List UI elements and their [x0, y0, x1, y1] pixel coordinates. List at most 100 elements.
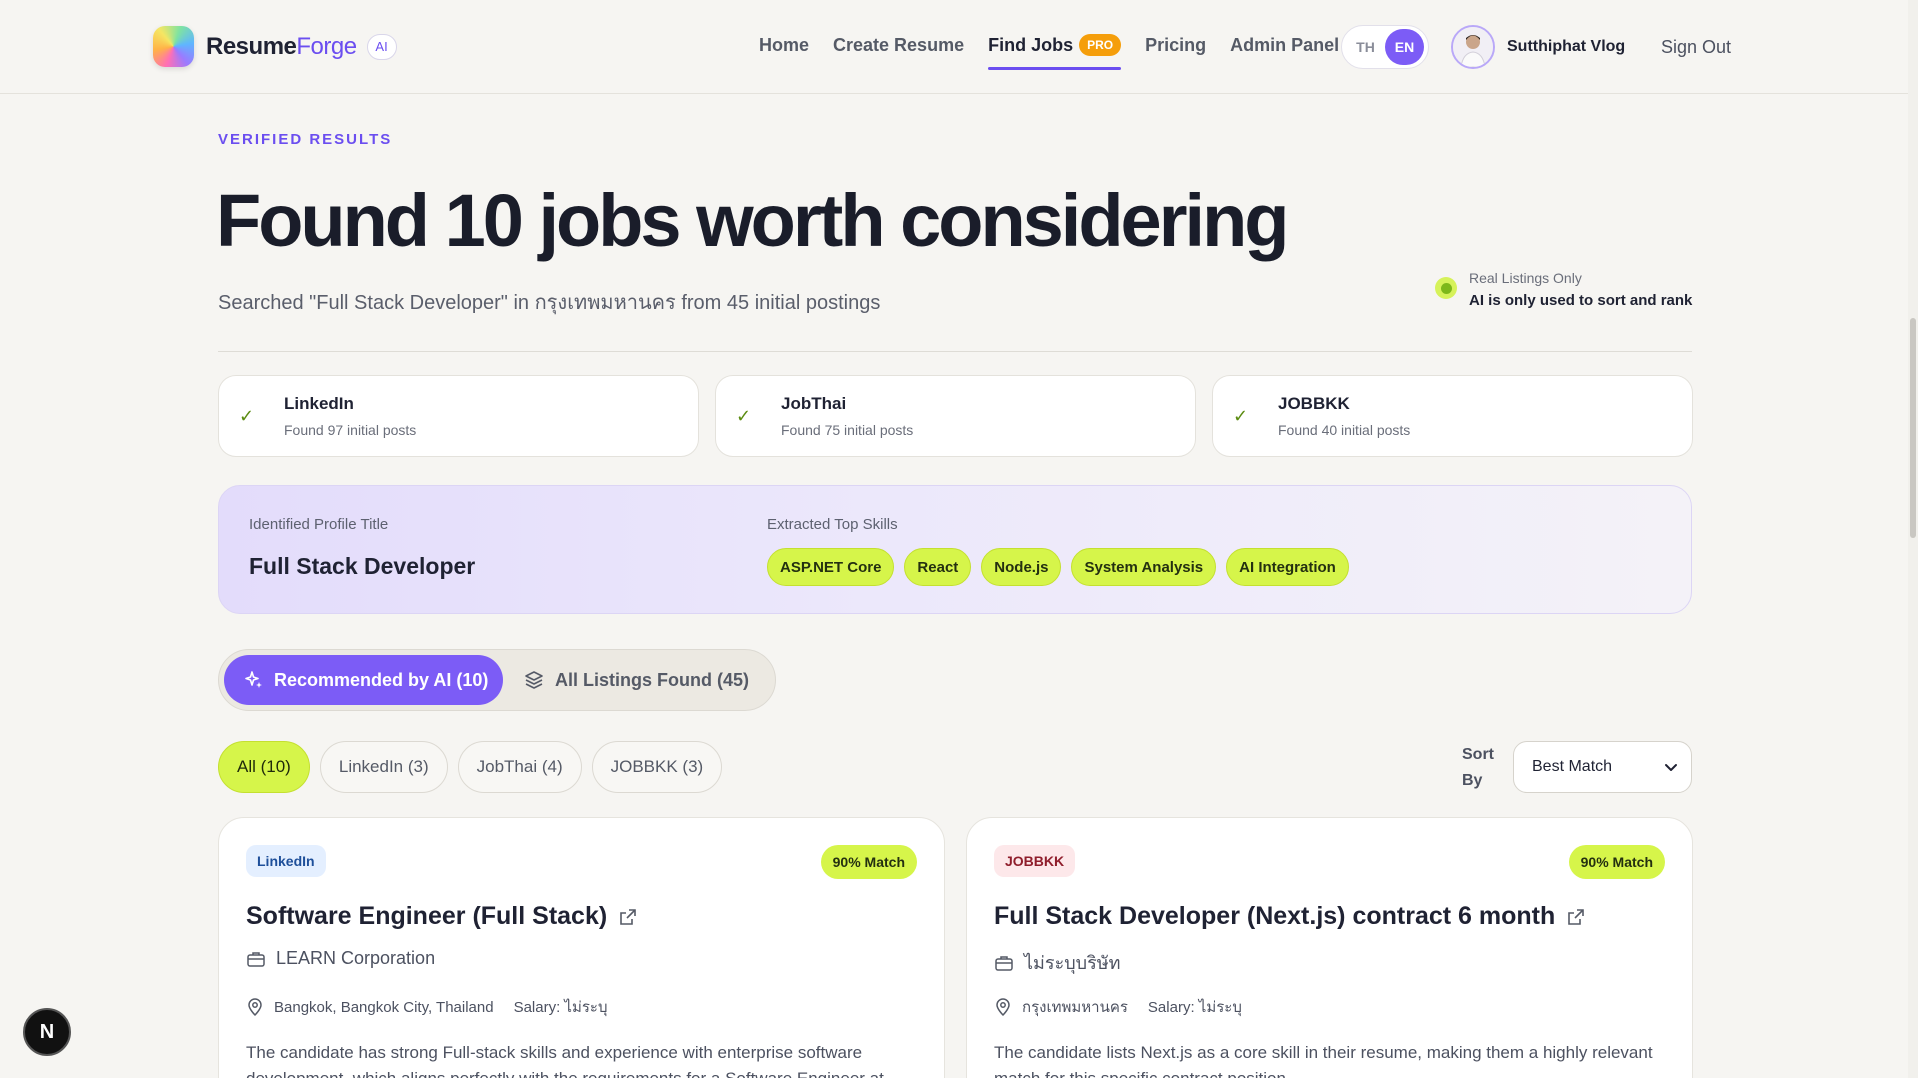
avatar [1451, 25, 1495, 69]
map-pin-icon [246, 997, 264, 1017]
company-name: LEARN Corporation [276, 948, 436, 968]
company-name: ไม่ระบุบริษัท [1024, 953, 1121, 973]
filter-jobthai[interactable]: JobThai (4) [457, 741, 582, 793]
real-listings-note: Real Listings Only AI is only used to so… [1435, 270, 1692, 309]
skill-chip: ASP.NET Core [767, 548, 895, 586]
search-summary: Searched "Full Stack Developer" in กรุงเ… [218, 292, 881, 314]
check-icon: ✓ [1233, 406, 1249, 426]
chevron-down-icon [1663, 759, 1679, 780]
job-meta: Bangkok, Bangkok City, Thailand Salary: … [246, 995, 608, 1019]
source-name: LinkedIn [284, 394, 354, 413]
skills-label: Extracted Top Skills [767, 516, 898, 533]
main-nav: Home Create Resume Find Jobs PRO Pricing … [759, 34, 1363, 70]
source-name: JOBBKK [1278, 394, 1350, 413]
source-count: Found 97 initial posts [284, 422, 417, 438]
skills-list: ASP.NET Core React Node.js System Analys… [767, 548, 1359, 586]
nav-find-jobs-label: Find Jobs [988, 35, 1074, 55]
map-pin-icon [994, 997, 1012, 1017]
language-toggle: TH EN [1341, 25, 1429, 69]
avatar-person-icon [1453, 27, 1493, 67]
external-link-icon[interactable] [1567, 908, 1585, 926]
ai-badge: AI [366, 33, 397, 60]
job-card[interactable]: JOBBKK 90% Match Full Stack Developer (N… [966, 817, 1693, 1078]
user-menu[interactable]: Sutthiphat Vlog [1451, 25, 1625, 69]
source-count: Found 75 initial posts [781, 422, 914, 438]
job-results: LinkedIn 90% Match Software Engineer (Fu… [218, 817, 1693, 1078]
lang-en-button[interactable]: EN [1385, 29, 1424, 65]
tab-all-listings[interactable]: All Listings Found (45) [503, 655, 769, 705]
filter-all[interactable]: All (10) [218, 741, 310, 793]
job-location: Bangkok, Bangkok City, Thailand [274, 998, 494, 1016]
sign-out-button[interactable]: Sign Out [1661, 37, 1731, 58]
job-description: The candidate lists Next.js as a core sk… [994, 1043, 1653, 1078]
sort-label: Sort By [1462, 746, 1494, 789]
logo[interactable]: ResumeForge AI [153, 26, 397, 67]
source-card-jobthai: ✓ JobThai Found 75 initial posts [715, 375, 1196, 457]
page-scrollbar[interactable] [1908, 0, 1918, 1078]
sort-select[interactable]: Best Match [1513, 741, 1692, 793]
source-summary: ✓ LinkedIn Found 97 initial posts ✓ JobT… [218, 375, 1693, 457]
nav-pricing[interactable]: Pricing [1145, 35, 1206, 56]
divider [218, 351, 1692, 352]
page-title: Found 10 jobs worth considering [216, 179, 1289, 262]
job-description: The candidate has strong Full-stack skil… [246, 1043, 884, 1078]
layers-icon [523, 669, 545, 691]
profile-title: Full Stack Developer [249, 553, 476, 579]
source-filters: All (10) LinkedIn (3) JobThai (4) JOBBKK… [218, 741, 732, 793]
nav-find-jobs[interactable]: Find Jobs PRO [988, 34, 1122, 70]
company: ไม่ระบุบริษัท [994, 948, 1121, 977]
job-card[interactable]: LinkedIn 90% Match Software Engineer (Fu… [218, 817, 945, 1078]
source-card-jobbkk: ✓ JOBBKK Found 40 initial posts [1212, 375, 1693, 457]
dev-tools-badge[interactable]: N [23, 1008, 71, 1056]
tab-all-listings-label: All Listings Found (45) [555, 669, 749, 690]
nav-create-resume[interactable]: Create Resume [833, 35, 964, 56]
check-icon: ✓ [239, 406, 255, 426]
skill-chip: AI Integration [1226, 548, 1349, 586]
profile-panel: Identified Profile Title Full Stack Deve… [218, 485, 1692, 614]
job-title-link[interactable]: Software Engineer (Full Stack) [246, 902, 637, 931]
pro-badge: PRO [1079, 34, 1122, 56]
source-badge: JOBBKK [994, 845, 1076, 877]
job-salary: Salary: ไม่ระบุ [1147, 999, 1242, 1016]
sort-value: Best Match [1532, 758, 1613, 775]
match-badge: 90% Match [820, 845, 917, 879]
lang-th-button[interactable]: TH [1346, 29, 1385, 65]
results-tabs: Recommended by AI (10) All Listings Foun… [218, 649, 776, 711]
job-location: กรุงเทพมหานคร [1022, 999, 1128, 1016]
match-badge: 90% Match [1568, 845, 1665, 879]
nav-admin-panel[interactable]: Admin Panel [1230, 35, 1339, 56]
real-listings-title: Real Listings Only [1469, 270, 1582, 286]
check-icon: ✓ [736, 406, 752, 426]
logo-text: ResumeForge [206, 32, 357, 60]
external-link-icon[interactable] [619, 908, 637, 926]
eyebrow-label: VERIFIED RESULTS [218, 131, 393, 148]
source-name: JobThai [781, 394, 847, 413]
real-listings-subtitle: AI is only used to sort and rank [1469, 292, 1693, 309]
skill-chip: System Analysis [1071, 548, 1217, 586]
job-meta: กรุงเทพมหานคร Salary: ไม่ระบุ [994, 995, 1242, 1019]
job-title: Software Engineer (Full Stack) [246, 902, 608, 930]
filter-jobbkk[interactable]: JOBBKK (3) [591, 741, 723, 793]
tab-recommended[interactable]: Recommended by AI (10) [224, 655, 503, 705]
job-title-link[interactable]: Full Stack Developer (Next.js) contract … [994, 902, 1585, 931]
status-dot-icon [1435, 277, 1457, 299]
sparkle-icon [244, 670, 264, 690]
top-navbar: ResumeForge AI Home Create Resume Find J… [0, 0, 1918, 94]
briefcase-icon [994, 953, 1014, 973]
source-card-linkedin: ✓ LinkedIn Found 97 initial posts [218, 375, 699, 457]
logo-icon [153, 26, 194, 67]
filter-linkedin[interactable]: LinkedIn (3) [319, 741, 448, 793]
company: LEARN Corporation [246, 948, 435, 969]
tab-recommended-label: Recommended by AI (10) [274, 669, 489, 690]
scrollbar-thumb[interactable] [1910, 318, 1916, 538]
job-salary: Salary: ไม่ระบุ [513, 999, 608, 1016]
briefcase-icon [246, 949, 266, 969]
profile-title-label: Identified Profile Title [249, 516, 389, 533]
skill-chip: Node.js [981, 548, 1062, 586]
skill-chip: React [904, 548, 972, 586]
user-name: Sutthiphat Vlog [1507, 38, 1626, 55]
source-badge: LinkedIn [246, 845, 326, 877]
source-count: Found 40 initial posts [1278, 422, 1411, 438]
job-title: Full Stack Developer (Next.js) contract … [994, 902, 1556, 930]
nav-home[interactable]: Home [759, 35, 809, 56]
